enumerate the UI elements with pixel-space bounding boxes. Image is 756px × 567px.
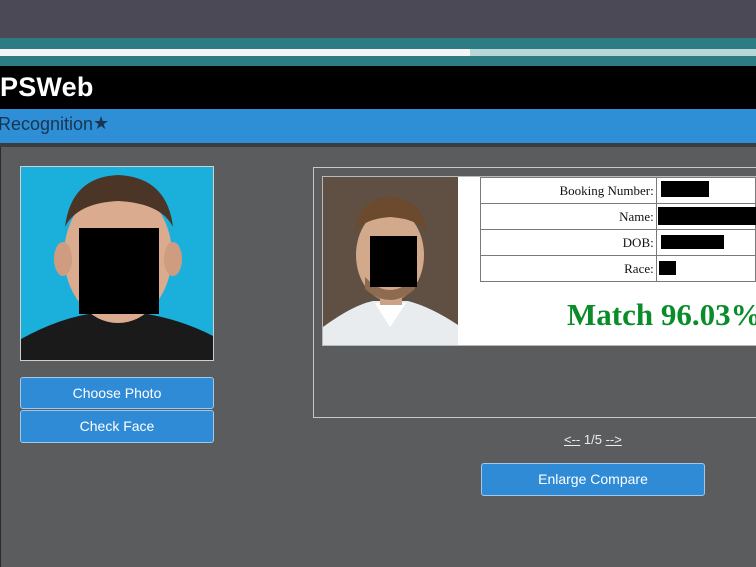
booking-number-value (655, 177, 756, 204)
race-label: Race: (480, 255, 657, 282)
header-band-pale (470, 49, 756, 56)
pagination: <-- 1/5 --> (564, 432, 622, 447)
match-photo[interactable] (323, 177, 458, 345)
nav-bar (0, 109, 756, 143)
enlarge-compare-button[interactable]: Enlarge Compare (481, 463, 705, 496)
booking-number-label: Booking Number: (480, 177, 657, 204)
table-row: DOB: (480, 229, 756, 256)
check-face-button[interactable]: Check Face (20, 410, 214, 443)
race-value (655, 255, 756, 282)
redaction-box (370, 236, 417, 287)
prev-link[interactable]: <-- (564, 432, 580, 447)
name-label: Name: (480, 203, 657, 230)
table-row: Name: (480, 203, 756, 230)
header-band-light (0, 49, 470, 56)
table-row: Booking Number: (480, 177, 756, 204)
name-value (655, 203, 756, 230)
window-top-bar (0, 0, 756, 38)
booking-info-table: Booking Number: Name: DOB: Race: (480, 177, 756, 282)
next-link[interactable]: --> (606, 432, 622, 447)
star-icon[interactable]: ★ (93, 113, 109, 134)
header-band (0, 38, 756, 49)
probe-photo (20, 166, 214, 361)
choose-photo-button[interactable]: Choose Photo (20, 377, 214, 409)
redaction-box (79, 228, 159, 314)
match-score: Match 96.03% (567, 297, 756, 332)
app-title: PSWeb (0, 72, 94, 102)
app-header (0, 66, 756, 109)
page-indicator: 1/5 (583, 432, 602, 447)
dob-value (655, 229, 756, 256)
header-band-lower (0, 56, 756, 66)
dob-label: DOB: (480, 229, 657, 256)
table-row: Race: (480, 255, 756, 282)
nav-title[interactable]: Recognition (0, 114, 93, 135)
